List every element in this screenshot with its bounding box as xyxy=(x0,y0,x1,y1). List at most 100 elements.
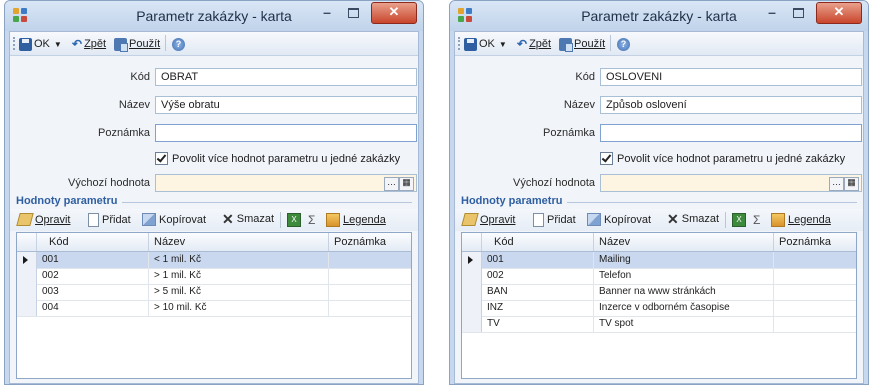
row-indicator[interactable] xyxy=(17,268,37,284)
kod-label: Kód xyxy=(130,71,150,83)
table-picker-button[interactable]: ▦ xyxy=(399,177,414,191)
cell-nazev: Mailing xyxy=(594,252,774,268)
title-bar[interactable]: Parametr zakázky - karta – ✕ xyxy=(450,1,868,31)
poznamka-field[interactable] xyxy=(155,124,417,142)
export-excel-button[interactable]: X xyxy=(287,213,301,227)
row-indicator[interactable] xyxy=(462,268,482,284)
table-row[interactable]: 002 Telefon xyxy=(462,268,856,285)
cell-poznamka xyxy=(329,268,411,284)
undo-icon: ↶ xyxy=(517,37,528,51)
vychozi-field[interactable]: … ▦ xyxy=(155,174,417,192)
grid-header: Kód Název Poznámka xyxy=(17,233,411,252)
toolbar-grip[interactable] xyxy=(458,37,462,50)
column-header-poznamka[interactable]: Poznámka xyxy=(774,233,856,251)
dropdown-arrow-icon[interactable]: ▼ xyxy=(499,40,507,49)
legenda-button[interactable]: Legenda xyxy=(771,213,831,227)
kod-field[interactable]: OSLOVENI xyxy=(600,68,862,86)
close-button[interactable]: ✕ xyxy=(371,2,417,24)
sum-icon: Σ xyxy=(753,213,761,227)
values-grid[interactable]: Kód Název Poznámka 001 < 1 mil. Kč 002 >… xyxy=(16,232,412,379)
grid-header: Kód Název Poznámka xyxy=(462,233,856,252)
title-bar[interactable]: Parametr zakázky - karta – ✕ xyxy=(5,1,423,31)
row-indicator[interactable] xyxy=(17,300,37,316)
cell-nazev: Banner na www stránkách xyxy=(594,284,774,300)
legenda-button[interactable]: Legenda xyxy=(326,213,386,227)
table-row[interactable]: INZ Inzerce v odborném časopise xyxy=(462,300,856,317)
main-toolbar: OK ▼ ↶ Zpět Použít ? xyxy=(10,32,418,56)
pouzit-button[interactable]: Použít xyxy=(114,36,160,52)
toolbar-separator xyxy=(165,35,166,51)
ellipsis-button[interactable]: … xyxy=(829,177,844,191)
table-row[interactable]: 004 > 10 mil. Kč xyxy=(17,300,411,317)
edit-icon xyxy=(16,213,34,226)
undo-icon: ↶ xyxy=(72,37,83,51)
vychozi-field[interactable]: … ▦ xyxy=(600,174,862,192)
help-button[interactable]: ? xyxy=(617,36,630,52)
copy-icon xyxy=(142,213,156,226)
allow-multiple-checkbox-row[interactable]: Povolit více hodnot parametru u jedné za… xyxy=(155,152,400,165)
smazat-button[interactable]: ✕ Smazat xyxy=(667,212,719,226)
table-row[interactable]: 001 < 1 mil. Kč xyxy=(17,252,411,269)
toolbar-grip[interactable] xyxy=(13,37,17,50)
poznamka-field[interactable] xyxy=(600,124,862,142)
cell-nazev: Telefon xyxy=(594,268,774,284)
help-icon: ? xyxy=(172,37,185,51)
sum-button[interactable]: Σ xyxy=(308,213,315,227)
table-row[interactable]: 003 > 5 mil. Kč xyxy=(17,284,411,301)
column-header-nazev[interactable]: Název xyxy=(594,233,774,251)
opravit-button[interactable]: Opravit xyxy=(461,213,515,226)
table-row[interactable]: 002 > 1 mil. Kč xyxy=(17,268,411,285)
ok-button[interactable]: OK ▼ xyxy=(464,36,507,52)
zpet-button[interactable]: ↶ Zpět xyxy=(72,36,106,52)
column-header-nazev[interactable]: Název xyxy=(149,233,329,251)
close-button[interactable]: ✕ xyxy=(816,2,862,24)
cell-kod: INZ xyxy=(482,300,594,316)
allow-multiple-checkbox-row[interactable]: Povolit více hodnot parametru u jedné za… xyxy=(600,152,845,165)
minimize-button[interactable]: – xyxy=(315,3,339,23)
allow-multiple-checkbox[interactable] xyxy=(155,152,168,165)
nazev-field[interactable]: Způsob oslovení xyxy=(600,96,862,114)
table-picker-button[interactable]: ▦ xyxy=(844,177,859,191)
save-icon xyxy=(464,37,477,51)
table-row[interactable]: TV TV spot xyxy=(462,316,856,333)
kopirovat-label: Kopírovat xyxy=(604,213,652,226)
row-indicator[interactable] xyxy=(462,316,482,332)
cell-kod: 002 xyxy=(37,268,149,284)
pridat-button[interactable]: Přidat xyxy=(88,213,131,227)
column-header-poznamka[interactable]: Poznámka xyxy=(329,233,411,251)
allow-multiple-checkbox[interactable] xyxy=(600,152,613,165)
row-indicator[interactable] xyxy=(462,300,482,316)
maximize-button[interactable] xyxy=(341,3,365,23)
minimize-button[interactable]: – xyxy=(760,3,784,23)
pridat-button[interactable]: Přidat xyxy=(533,213,576,227)
kopirovat-button[interactable]: Kopírovat xyxy=(587,213,651,226)
ellipsis-button[interactable]: … xyxy=(384,177,399,191)
column-header-kod[interactable]: Kód xyxy=(482,233,594,251)
cell-kod: 003 xyxy=(37,284,149,300)
sum-button[interactable]: Σ xyxy=(753,213,760,227)
poznamka-label: Poznámka xyxy=(98,127,150,139)
values-grid[interactable]: Kód Název Poznámka 001 Mailing 002 Telef… xyxy=(461,232,857,379)
nazev-field[interactable]: Výše obratu xyxy=(155,96,417,114)
cell-nazev: < 1 mil. Kč xyxy=(149,252,329,268)
export-excel-button[interactable]: X xyxy=(732,213,746,227)
row-indicator[interactable] xyxy=(462,252,482,268)
allow-multiple-label: Povolit více hodnot parametru u jedné za… xyxy=(617,152,846,165)
zpet-button[interactable]: ↶ Zpět xyxy=(517,36,551,52)
grid-toolbar: Opravit Přidat Kopírovat ✕ Smazat X Σ Le… xyxy=(10,209,418,231)
smazat-button[interactable]: ✕ Smazat xyxy=(222,212,274,226)
kod-field[interactable]: OBRAT xyxy=(155,68,417,86)
dropdown-arrow-icon[interactable]: ▼ xyxy=(54,40,62,49)
row-indicator[interactable] xyxy=(17,252,37,268)
kopirovat-button[interactable]: Kopírovat xyxy=(142,213,206,226)
table-row[interactable]: 001 Mailing xyxy=(462,252,856,269)
column-header-kod[interactable]: Kód xyxy=(37,233,149,251)
table-row[interactable]: BAN Banner na www stránkách xyxy=(462,284,856,301)
pouzit-button[interactable]: Použít xyxy=(559,36,605,52)
row-indicator[interactable] xyxy=(17,284,37,300)
ok-button[interactable]: OK ▼ xyxy=(19,36,62,52)
maximize-button[interactable] xyxy=(786,3,810,23)
help-button[interactable]: ? xyxy=(172,36,185,52)
opravit-button[interactable]: Opravit xyxy=(16,213,70,226)
row-indicator[interactable] xyxy=(462,284,482,300)
